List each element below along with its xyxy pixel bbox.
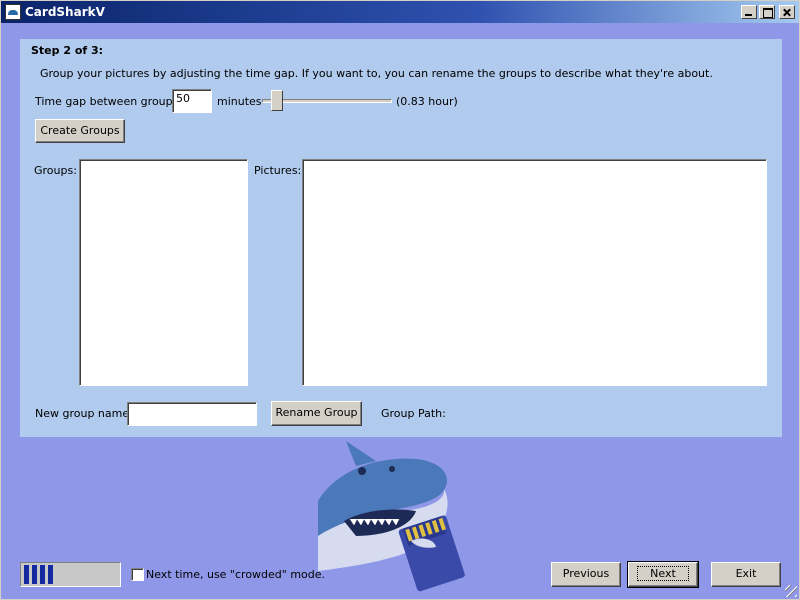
time-gap-slider[interactable] (262, 89, 392, 113)
new-group-name-label: New group name: (35, 407, 133, 420)
progress-segment (24, 565, 29, 584)
title-bar[interactable]: CardSharkV (1, 1, 799, 23)
progress-bar (20, 562, 121, 587)
groups-list[interactable] (79, 159, 248, 386)
shark-icon (5, 4, 21, 20)
shark-mascot-image (316, 441, 471, 593)
hours-readout: (0.83 hour) (396, 95, 458, 108)
next-label: Next (637, 566, 689, 581)
create-groups-label: Create Groups (40, 124, 120, 137)
rename-group-label: Rename Group (275, 406, 358, 419)
group-path-label: Group Path: (381, 407, 446, 420)
new-group-name-input[interactable] (127, 402, 257, 426)
pictures-label: Pictures: (254, 164, 302, 177)
app-window: CardSharkV Step 2 of 3: Group your pictu… (0, 0, 800, 600)
groups-label: Groups: (34, 164, 77, 177)
minimize-button[interactable] (741, 5, 757, 19)
time-gap-input[interactable]: 50 (172, 89, 212, 113)
progress-segment (48, 565, 53, 584)
progress-segment (32, 565, 37, 584)
next-button[interactable]: Next (627, 561, 699, 588)
slider-thumb[interactable] (270, 90, 283, 111)
minutes-label: minutes (217, 95, 262, 108)
crowded-mode-checkbox[interactable] (131, 568, 144, 581)
previous-label: Previous (562, 567, 610, 580)
window-controls (741, 5, 795, 19)
close-button[interactable] (779, 5, 795, 19)
time-gap-label: Time gap between groups: (35, 95, 183, 108)
step-panel: Step 2 of 3: Group your pictures by adju… (20, 39, 782, 437)
crowded-mode-label[interactable]: Next time, use "crowded" mode. (146, 568, 325, 581)
pictures-list[interactable] (302, 159, 767, 386)
exit-button[interactable]: Exit (711, 562, 781, 587)
progress-segment (40, 565, 45, 584)
window-title: CardSharkV (25, 5, 105, 19)
create-groups-button[interactable]: Create Groups (35, 119, 125, 143)
resize-grip-icon[interactable] (785, 585, 797, 597)
step-title: Step 2 of 3: (31, 44, 104, 57)
maximize-button[interactable] (759, 5, 775, 19)
rename-group-button[interactable]: Rename Group (271, 401, 362, 426)
exit-label: Exit (735, 567, 757, 580)
previous-button[interactable]: Previous (551, 562, 621, 587)
instructions-text: Group your pictures by adjusting the tim… (40, 67, 713, 80)
